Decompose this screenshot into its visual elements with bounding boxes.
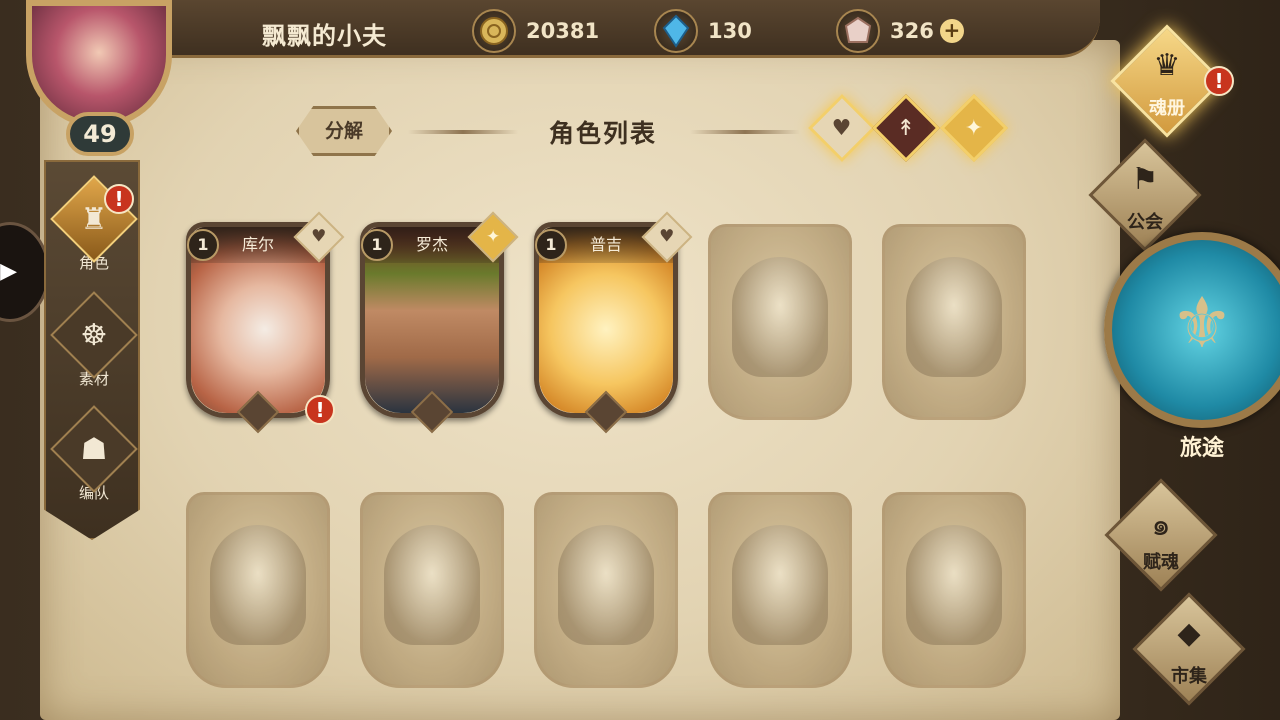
guild-button[interactable]: ⚑ 公会 xyxy=(1070,138,1220,252)
crystal-amount: 130 xyxy=(708,19,752,43)
character-silhouette xyxy=(732,257,828,377)
alert-icon: ! xyxy=(104,184,134,214)
character-level: 1 xyxy=(187,229,219,261)
locked-character-card[interactable] xyxy=(360,492,504,688)
locked-character-card[interactable] xyxy=(708,492,852,688)
character-level: 1 xyxy=(361,229,393,261)
sidebar-item-formation[interactable]: ☗ 编队 xyxy=(46,405,140,516)
journey-label: 旅途 xyxy=(1179,436,1224,461)
character-card-puji[interactable]: 普吉 1 ♥ xyxy=(534,211,693,434)
play-arrow-icon: ▶ xyxy=(0,259,17,284)
blue-crystal-icon xyxy=(654,9,698,53)
sidebar-item-frame: ☗ xyxy=(50,405,138,493)
player-level-badge: 49 xyxy=(66,112,134,156)
left-sidebar: ♜ 角色 ! ☸ 素材 ☗ 编队 xyxy=(44,160,140,540)
gem-icon: ◆ xyxy=(1177,616,1201,651)
character-silhouette xyxy=(384,525,480,645)
market-button[interactable]: ◆ 市集 xyxy=(1114,592,1264,706)
swirl-icon: ๑ xyxy=(1151,508,1171,543)
material-beast-icon: ☸ xyxy=(80,317,108,353)
gold-coin-icon xyxy=(472,9,516,53)
character-level: 1 xyxy=(535,229,567,261)
sidebar-item-frame: ☸ xyxy=(50,291,138,379)
soul-infusion-button[interactable]: ๑ 赋魂 xyxy=(1086,478,1236,592)
locked-character-card[interactable] xyxy=(186,492,330,688)
locked-character-card[interactable] xyxy=(882,224,1026,420)
title-flourish-left xyxy=(408,130,518,134)
avatar[interactable] xyxy=(26,0,172,128)
add-gem-button[interactable]: + xyxy=(939,19,964,43)
crystal-resource: 130 xyxy=(654,6,752,56)
character-card-luojie[interactable]: 罗杰 1 ✦ xyxy=(360,211,519,434)
heart-icon: ♥ xyxy=(311,227,327,247)
alert-icon: ! xyxy=(1204,66,1234,96)
character-helmet-icon: ♜ xyxy=(80,201,108,237)
gold-amount: 20381 xyxy=(526,19,600,43)
guild-flag-icon: ⚑ xyxy=(1131,162,1159,197)
gem-resource[interactable]: 326 + xyxy=(836,6,964,56)
page-title: 角色列表 xyxy=(548,119,657,148)
trident-icon: ⚜ xyxy=(1170,282,1234,364)
rainbow-gem-icon xyxy=(836,9,880,53)
journey-button[interactable]: ⚜ 旅途 xyxy=(1104,232,1280,482)
sidebar-item-materials[interactable]: ☸ 素材 xyxy=(46,291,140,402)
character-silhouette xyxy=(906,525,1002,645)
character-silhouette xyxy=(558,525,654,645)
player-avatar-frame[interactable]: 49 xyxy=(8,0,184,160)
button-label: 赋魂 xyxy=(1143,552,1179,573)
team-formation-icon: ☗ xyxy=(80,431,108,467)
sidebar-item-characters[interactable]: ♜ 角色 ! xyxy=(46,175,140,286)
gem-amount: 326 xyxy=(890,19,934,43)
star-shield-icon: ✦ xyxy=(485,227,501,247)
character-silhouette xyxy=(732,525,828,645)
heart-icon: ♥ xyxy=(659,227,675,247)
gold-resource: 20381 xyxy=(472,6,599,56)
alert-icon: ! xyxy=(305,395,335,425)
star-shield-icon: ✦ xyxy=(964,115,984,141)
character-silhouette xyxy=(906,257,1002,377)
character-card-kuer[interactable]: 库尔 1 ♥ ! xyxy=(186,211,345,434)
sword-icon: ↟ xyxy=(896,115,916,141)
button-label: 公会 xyxy=(1127,212,1163,233)
locked-character-card[interactable] xyxy=(882,492,1026,688)
soul-book-button[interactable]: ♛ 魂册 ! xyxy=(1092,24,1242,138)
title-flourish-right xyxy=(690,130,800,134)
heart-icon: ♥ xyxy=(832,115,852,141)
character-silhouette xyxy=(210,525,306,645)
locked-character-card[interactable] xyxy=(534,492,678,688)
button-label: 市集 xyxy=(1171,666,1207,687)
decompose-button[interactable]: 分解 xyxy=(296,106,392,156)
button-label: 魂册 xyxy=(1149,98,1185,119)
player-name: 飘飘的小夫 xyxy=(262,22,387,50)
locked-character-card[interactable] xyxy=(708,224,852,420)
